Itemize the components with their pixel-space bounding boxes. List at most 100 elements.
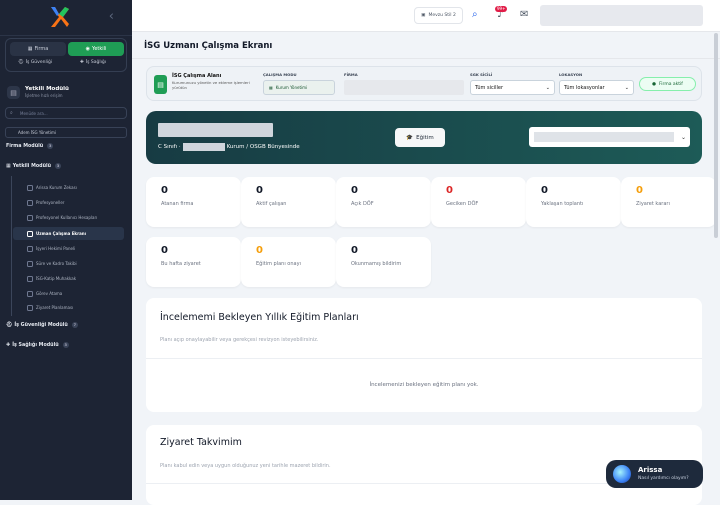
sidebar-section-is-guvenligi[interactable]: ⛑ İş Güvenliği Modülü 7	[6, 322, 78, 328]
monitor-icon	[27, 230, 33, 237]
stethoscope-icon	[27, 245, 33, 252]
section-badge: 3	[55, 163, 62, 169]
health-icon: ✚	[80, 60, 84, 65]
panel-switcher: ▦ Firma ◉ Yetkili ⛑ İş Güvenliği ✚ İş Sa…	[5, 38, 127, 72]
company-select[interactable]: ⌄	[529, 127, 690, 147]
sidebar-item-arissa[interactable]: Arissa Kurum Zekası	[16, 182, 127, 193]
menu-search-input[interactable]: ⌕ Menüde ara...	[5, 107, 127, 119]
redacted-value	[182, 143, 225, 151]
stat-card-ziyaret-karari[interactable]: 0 Ziyaret kararı	[621, 177, 716, 227]
chat-title: Arissa	[638, 466, 663, 474]
company-info: C Sınıfı · Kurum / OSGB Bünyesinde	[158, 143, 300, 151]
sidebar-item-uzman[interactable]: Uzman Çalışma Ekranı	[13, 227, 124, 240]
search-icon[interactable]: ⌕	[472, 9, 478, 20]
notification-badge: 99+	[495, 6, 508, 12]
sidebar-item-katip[interactable]: İSG-Katip Muhakkak	[16, 273, 127, 284]
firma-active-badge: ● Firma aktif	[639, 77, 696, 91]
building-icon: ▦	[27, 46, 33, 52]
helmet-icon: ⛑	[18, 60, 24, 65]
sidebar-item-gorev[interactable]: Görev Atama	[16, 288, 127, 299]
sidebar: ‹ ▦ Firma ◉ Yetkili ⛑ İş Güvenliği ✚ İş …	[0, 0, 132, 500]
sidebar-item-profesyoneller[interactable]: Profesyoneller	[16, 197, 127, 208]
book-icon: ▣	[421, 13, 426, 18]
sidebar-section-firma[interactable]: Firma Modülü 3	[6, 143, 54, 149]
section-badge: 3	[62, 342, 69, 348]
module-icon: ▤	[7, 86, 20, 99]
training-plans-panel: İncelememi Bekleyen Yıllık Eğitim Planla…	[146, 298, 702, 412]
sidebar-item-hekim[interactable]: İşyeri Hekimi Paneli	[16, 243, 127, 254]
filter-description: Kurumunuzu yönetin ve ekleme işlemleri y…	[172, 80, 250, 90]
check-circle-icon: ●	[652, 81, 657, 87]
lokasyon-select[interactable]: Tüm lokasyonlar ⌄	[559, 80, 634, 95]
mail-icon[interactable]: ✉	[520, 9, 528, 20]
workspace-filter: ▤ İSG Çalışma Alanı Kurumunuzu yönetin v…	[146, 66, 702, 101]
stat-card-atanan-firma[interactable]: 0 Atanan firma	[146, 177, 241, 227]
user-menu[interactable]	[540, 5, 703, 26]
module-title: Yetkili Modülü	[25, 86, 69, 92]
section-badge: 3	[47, 143, 54, 149]
mode-selector[interactable]: ▦ Kurum Yönetimi	[263, 80, 335, 95]
chevron-down-icon: ⌄	[624, 84, 629, 91]
stat-card-geciken-dof[interactable]: 0 Geciken DÖF	[431, 177, 526, 227]
scrollbar[interactable]	[714, 33, 718, 238]
stat-card-aktif-calisan[interactable]: 0 Aktif çalışan	[241, 177, 336, 227]
panel-subtitle: Planı açıp onaylayabilir veya gerekçesi …	[160, 337, 319, 343]
clock-icon	[27, 260, 33, 267]
divider	[146, 358, 702, 359]
egitim-button[interactable]: 🎓 Eğitim	[395, 128, 445, 147]
graduation-cap-icon: 🎓	[406, 134, 414, 141]
task-icon	[27, 290, 33, 297]
lokasyon-label: LOKASYON	[559, 72, 583, 77]
panel-title: Ziyaret Takvimim	[160, 437, 242, 448]
building-icon: ▦	[269, 85, 273, 90]
users-icon	[27, 199, 33, 206]
organization-dropdown[interactable]: Adem İSG Yönetimi	[5, 127, 127, 138]
yetkili-panel-button[interactable]: ◉ Yetkili	[68, 42, 124, 56]
chevron-down-icon: ⌄	[545, 84, 550, 91]
company-banner: C Sınıfı · Kurum / OSGB Bünyesinde 🎓 Eği…	[146, 111, 702, 164]
sidebar-item-hesaplar[interactable]: Profesyonel Kullanıcı Hesapları	[16, 212, 127, 223]
spark-icon	[27, 184, 33, 191]
search-icon: ⌕	[10, 110, 13, 116]
sidebar-item-ziyaret[interactable]: Ziyaret Planlaması	[16, 302, 127, 313]
section-badge: 7	[71, 322, 78, 328]
stat-card-egitim-plani-onayi[interactable]: 0 Eğitim planı onayı	[241, 237, 336, 287]
mevzu-style-button[interactable]: ▣ Mevzu Stil 2	[414, 7, 463, 24]
calendar-icon	[27, 304, 33, 311]
chat-subtitle: Nasıl yardımcı olayım?	[638, 476, 689, 481]
brand-logo	[51, 7, 69, 27]
firma-label: FİRMA	[344, 72, 358, 77]
document-icon	[27, 275, 33, 282]
redacted-value	[534, 132, 674, 142]
id-card-icon	[27, 214, 33, 221]
health-icon: ✚	[6, 342, 11, 348]
is-sagligi-link[interactable]: ✚ İş Sağlığı	[80, 60, 106, 65]
logo-area: ‹	[0, 0, 132, 36]
sidebar-section-is-sagligi[interactable]: ✚ İş Sağlığı Modülü 3	[6, 342, 69, 348]
helmet-icon: ⛑	[6, 322, 13, 328]
empty-state: İncelemenizi bekleyen eğitim planı yok.	[369, 382, 479, 388]
mode-label: ÇALIŞMA MODU	[263, 72, 297, 77]
collapse-sidebar-icon[interactable]: ‹	[109, 9, 114, 24]
sidebar-section-yetkili[interactable]: ▦ Yetkili Modülü 3	[6, 163, 62, 169]
topbar: ▣ Mevzu Stil 2 ⌕ ♪ 99+ ✉	[132, 0, 720, 32]
sidebar-item-sure[interactable]: Süre ve Kadro Takibi	[16, 258, 127, 269]
module-subtitle: İşletme hızlı erişim	[25, 93, 63, 98]
arissa-chat-widget[interactable]: Arissa Nasıl yardımcı olayım?	[606, 460, 703, 488]
is-guvenligi-link[interactable]: ⛑ İş Güvenliği	[18, 60, 52, 65]
divider	[132, 58, 720, 59]
stat-card-okunmamis-bildirim[interactable]: 0 Okunmamış bildirim	[336, 237, 431, 287]
tree-line	[11, 176, 12, 316]
sgk-label: SGK SİCİLİ	[470, 72, 493, 77]
panel-subtitle: Planı kabul edin veya uygun olduğunuz ye…	[160, 463, 331, 469]
assistant-avatar	[613, 465, 631, 483]
firma-select[interactable]	[344, 80, 464, 95]
stat-card-yaklasan-toplanti[interactable]: 0 Yaklaşan toplantı	[526, 177, 621, 227]
stat-card-acik-dof[interactable]: 0 Açık DÖF	[336, 177, 431, 227]
grid-icon: ▦	[6, 163, 11, 169]
stat-card-bu-hafta-ziyaret[interactable]: 0 Bu hafta ziyaret	[146, 237, 241, 287]
user-icon: ◉	[85, 46, 90, 52]
firma-panel-button[interactable]: ▦ Firma	[10, 42, 66, 56]
sgk-select[interactable]: Tüm siciller ⌄	[470, 80, 555, 95]
company-name-redacted	[158, 123, 273, 137]
